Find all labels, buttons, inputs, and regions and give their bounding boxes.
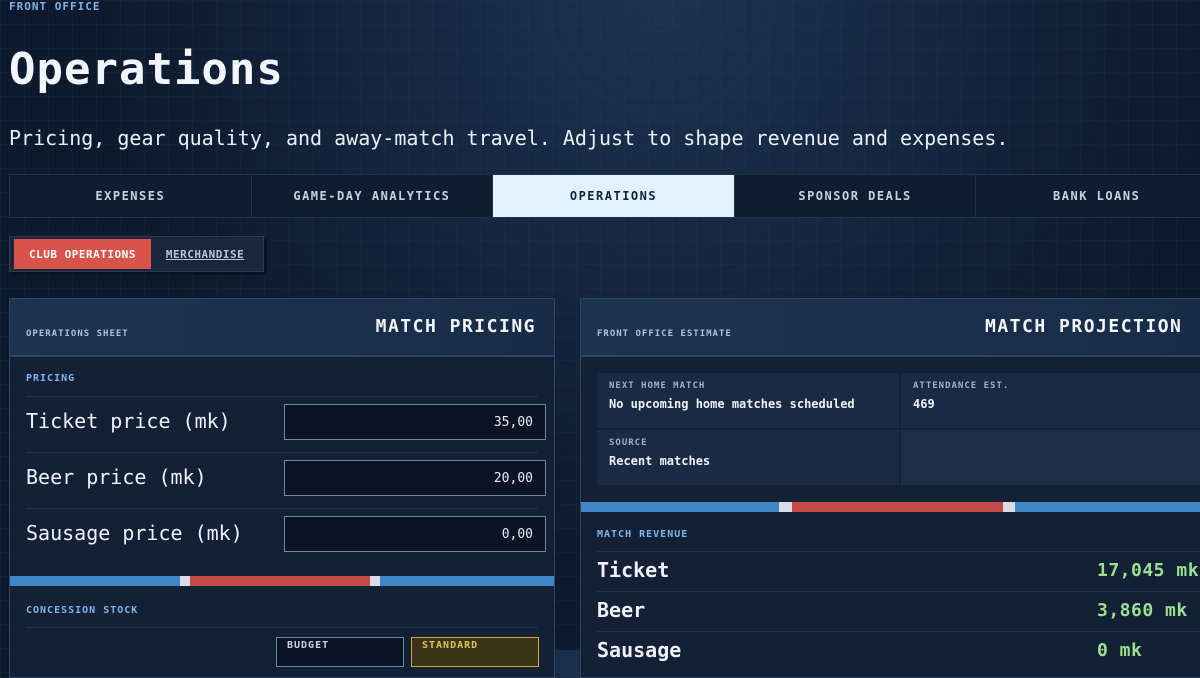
- divider: [26, 627, 538, 628]
- subtab-club-operations[interactable]: CLUB OPERATIONS: [14, 239, 151, 269]
- decorative-stripe: [10, 576, 554, 586]
- attendance-value: 469: [913, 397, 935, 411]
- revenue-value: 17,045 mk: [1097, 560, 1200, 581]
- tab-operations[interactable]: OPERATIONS: [493, 175, 735, 217]
- revenue-value: 3,860 mk: [1097, 600, 1188, 621]
- panel-kicker: FRONT OFFICE ESTIMATE: [597, 329, 732, 339]
- stock-standard-option[interactable]: STANDARD: [411, 637, 539, 667]
- panel-header: FRONT OFFICE ESTIMATE MATCH PROJECTION: [581, 299, 1200, 357]
- panel-title: MATCH PRICING: [375, 316, 536, 337]
- revenue-label: Sausage: [597, 638, 682, 662]
- panel-title: MATCH PROJECTION: [985, 316, 1183, 337]
- tab-expenses[interactable]: EXPENSES: [10, 175, 252, 217]
- panel-header: OPERATIONS SHEET MATCH PRICING: [10, 299, 554, 357]
- match-revenue-label: MATCH REVENUE: [597, 529, 689, 540]
- attendance-cell: ATTENDANCE EST. 469: [901, 373, 1200, 428]
- tab-sponsor-deals[interactable]: SPONSOR DEALS: [735, 175, 977, 217]
- pricing-section-label: PRICING: [26, 373, 76, 384]
- subtab-merchandise[interactable]: MERCHANDISE: [151, 239, 259, 269]
- next-match-cell: NEXT HOME MATCH No upcoming home matches…: [597, 373, 899, 428]
- source-label: SOURCE: [609, 438, 648, 448]
- subtab-switcher: CLUB OPERATIONS MERCHANDISE: [9, 236, 265, 272]
- attendance-label: ATTENDANCE EST.: [913, 381, 1010, 391]
- ticket-price-row: Ticket price (mk): [26, 396, 546, 453]
- page-title: Operations: [9, 44, 284, 95]
- eyebrow-label: FRONT OFFICE: [9, 0, 101, 13]
- decorative-stripe: [581, 502, 1200, 512]
- match-pricing-panel: OPERATIONS SHEET MATCH PRICING PRICING T…: [9, 298, 555, 678]
- revenue-label: Ticket: [597, 558, 670, 582]
- beer-price-label: Beer price (mk): [26, 465, 207, 489]
- beer-price-row: Beer price (mk): [26, 452, 546, 509]
- projection-info-grid: NEXT HOME MATCH No upcoming home matches…: [597, 373, 1200, 485]
- revenue-value: 0 mk: [1097, 640, 1143, 661]
- empty-cell: [901, 430, 1200, 485]
- source-cell: SOURCE Recent matches: [597, 430, 899, 485]
- concession-stock-label: CONCESSION STOCK: [26, 605, 139, 616]
- beer-price-input[interactable]: [284, 460, 546, 496]
- next-match-label: NEXT HOME MATCH: [609, 381, 706, 391]
- tab-game-day-analytics[interactable]: GAME-DAY ANALYTICS: [252, 175, 494, 217]
- next-match-value: No upcoming home matches scheduled: [609, 397, 855, 411]
- stock-budget-option[interactable]: BUDGET: [276, 637, 404, 667]
- match-projection-panel: FRONT OFFICE ESTIMATE MATCH PROJECTION N…: [580, 298, 1200, 678]
- sausage-price-row: Sausage price (mk): [26, 508, 546, 565]
- revenue-row-beer: Beer 3,860 mk: [597, 591, 1200, 632]
- revenue-row-ticket: Ticket 17,045 mk: [597, 551, 1200, 592]
- ticket-price-label: Ticket price (mk): [26, 409, 231, 433]
- sausage-price-label: Sausage price (mk): [26, 521, 243, 545]
- sausage-price-input[interactable]: [284, 516, 546, 552]
- tab-bank-loans[interactable]: BANK LOANS: [976, 175, 1200, 217]
- revenue-row-sausage: Sausage 0 mk: [597, 631, 1200, 672]
- ticket-price-input[interactable]: [284, 404, 546, 440]
- source-value: Recent matches: [609, 454, 711, 468]
- page-subtitle: Pricing, gear quality, and away-match tr…: [9, 126, 1009, 150]
- revenue-label: Beer: [597, 598, 646, 622]
- panel-kicker: OPERATIONS SHEET: [26, 329, 129, 339]
- section-tabs: EXPENSES GAME-DAY ANALYTICS OPERATIONS S…: [9, 174, 1200, 218]
